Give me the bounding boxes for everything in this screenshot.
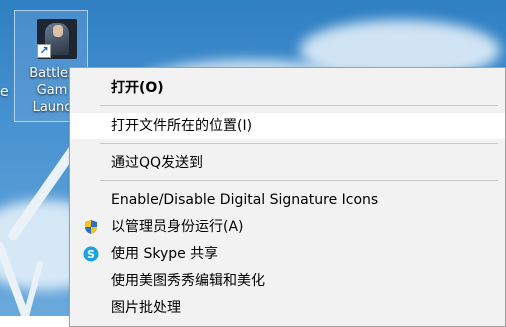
menu-item-label: 以管理员身份运行(A): [111, 219, 244, 235]
partial-desktop-label: e: [0, 84, 9, 100]
menu-item-digital-signature-icons[interactable]: Enable/Disable Digital Signature Icons: [70, 187, 505, 213]
menu-item-label: 使用 Skype 共享: [111, 246, 219, 262]
menu-item-label: Enable/Disable Digital Signature Icons: [111, 192, 379, 208]
menu-item-meitu-edit[interactable]: 使用美图秀秀编辑和美化: [70, 268, 505, 294]
menu-item-label: 打开(O): [111, 80, 164, 96]
menu-separator: [100, 180, 498, 181]
svg-text:S: S: [87, 248, 95, 261]
menu-item-batch-image-processing[interactable]: 图片批处理: [70, 295, 505, 321]
menu-item-open-file-location[interactable]: 打开文件所在的位置(I): [70, 113, 505, 139]
menu-item-label: 打开文件所在的位置(I): [111, 118, 253, 134]
menu-separator: [100, 105, 498, 106]
menu-item-label: 图片批处理: [111, 300, 181, 316]
menu-item-send-via-qq[interactable]: 通过QQ发送到: [70, 150, 505, 176]
character-face: [53, 25, 63, 37]
menu-item-label: 使用美图秀秀编辑和美化: [111, 273, 265, 289]
menu-item-share-with-skype[interactable]: S 使用 Skype 共享: [70, 241, 505, 267]
menu-separator: [100, 143, 498, 144]
skype-icon: S: [83, 246, 99, 262]
menu-item-run-as-admin[interactable]: 以管理员身份运行(A): [70, 214, 505, 240]
context-menu: 打开(O) 打开文件所在的位置(I) 通过QQ发送到 Enable/Disabl…: [69, 67, 506, 327]
uac-shield-icon: [85, 220, 97, 234]
menu-item-open[interactable]: 打开(O): [70, 75, 505, 101]
menu-item-label: 通过QQ发送到: [111, 155, 204, 171]
shortcut-arrow-icon: ↗: [37, 44, 51, 58]
